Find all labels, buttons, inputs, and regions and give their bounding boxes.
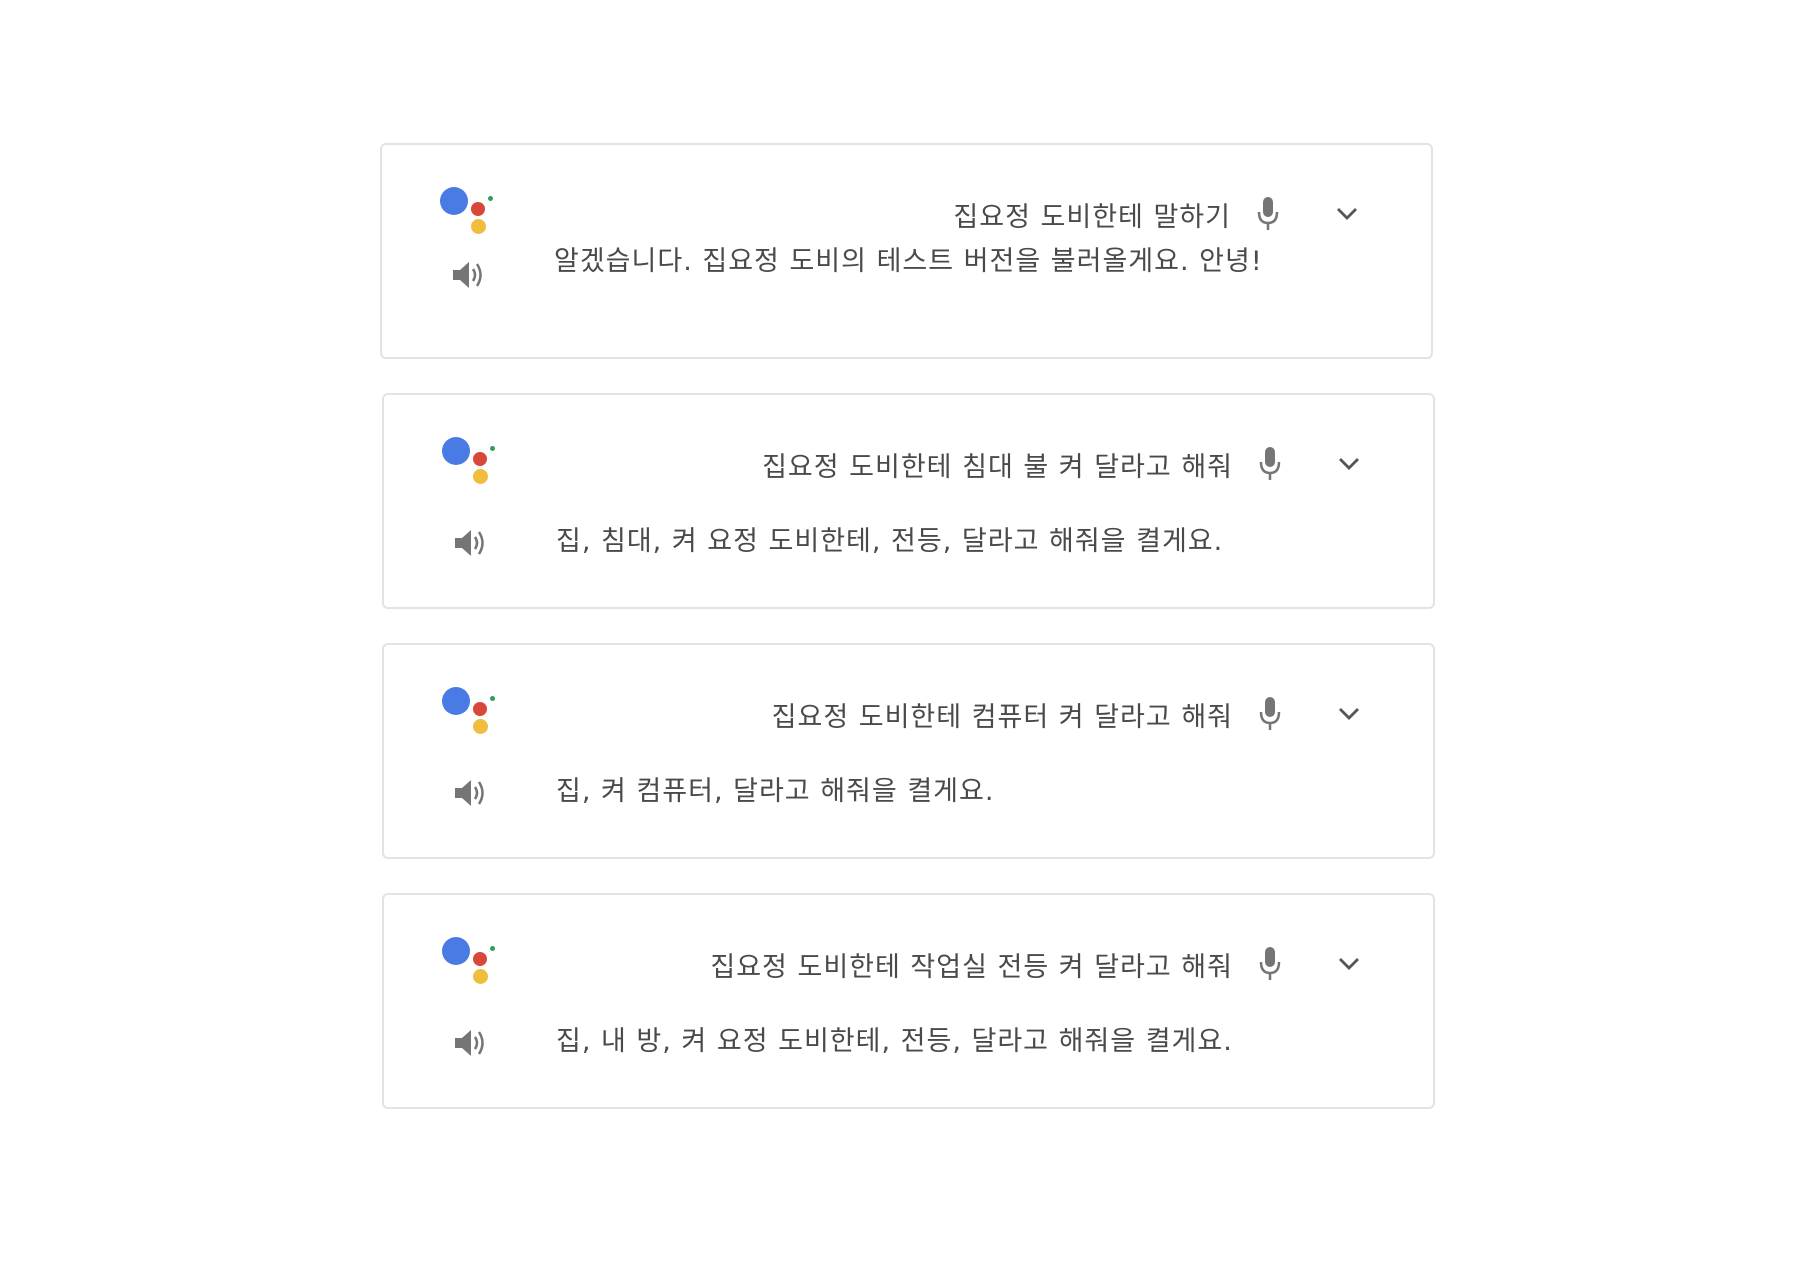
chevron-down-icon[interactable] [1337,955,1361,973]
assistant-response: 알겠습니다. 집요정 도비의 테스트 버전을 불러올게요. 안녕! [554,246,1263,277]
microphone-icon[interactable] [1257,695,1283,733]
chevron-down-icon[interactable] [1337,455,1361,473]
google-assistant-logo-icon [442,437,500,489]
assistant-card: 집요정 도비한테 침대 불 켜 달라고 해줘 집, 침대, 켜 요정 도비한테,… [382,393,1435,609]
speaker-icon[interactable] [450,259,486,291]
microphone-icon[interactable] [1257,445,1283,483]
assistant-card: 집요정 도비한테 컴퓨터 켜 달라고 해줘 집, 켜 컴퓨터, 달라고 해줘을 … [382,643,1435,859]
google-assistant-logo-icon [442,687,500,739]
microphone-icon[interactable] [1255,195,1281,233]
speaker-icon[interactable] [452,777,488,809]
assistant-response: 집, 켜 컴퓨터, 달라고 해줘을 켤게요. [556,776,995,807]
google-assistant-logo-icon [442,937,500,989]
conversation-list: 집요정 도비한테 말하기 알겠습니다. 집요정 도비의 테스트 버전을 불러올게… [380,143,1440,1143]
user-query: 집요정 도비한테 침대 불 켜 달라고 해줘 [762,452,1233,483]
user-query: 집요정 도비한테 컴퓨터 켜 달라고 해줘 [771,702,1233,733]
speaker-icon[interactable] [452,527,488,559]
chevron-down-icon[interactable] [1335,205,1359,223]
google-assistant-logo-icon [440,187,498,239]
assistant-card: 집요정 도비한테 말하기 알겠습니다. 집요정 도비의 테스트 버전을 불러올게… [380,143,1433,359]
assistant-response: 집, 내 방, 켜 요정 도비한테, 전등, 달라고 해줘을 켤게요. [556,1026,1233,1057]
user-query: 집요정 도비한테 말하기 [953,202,1231,233]
chevron-down-icon[interactable] [1337,705,1361,723]
assistant-response: 집, 침대, 켜 요정 도비한테, 전등, 달라고 해줘을 켤게요. [556,526,1224,557]
assistant-card: 집요정 도비한테 작업실 전등 켜 달라고 해줘 집, 내 방, 켜 요정 도비… [382,893,1435,1109]
microphone-icon[interactable] [1257,945,1283,983]
user-query: 집요정 도비한테 작업실 전등 켜 달라고 해줘 [710,952,1233,983]
speaker-icon[interactable] [452,1027,488,1059]
